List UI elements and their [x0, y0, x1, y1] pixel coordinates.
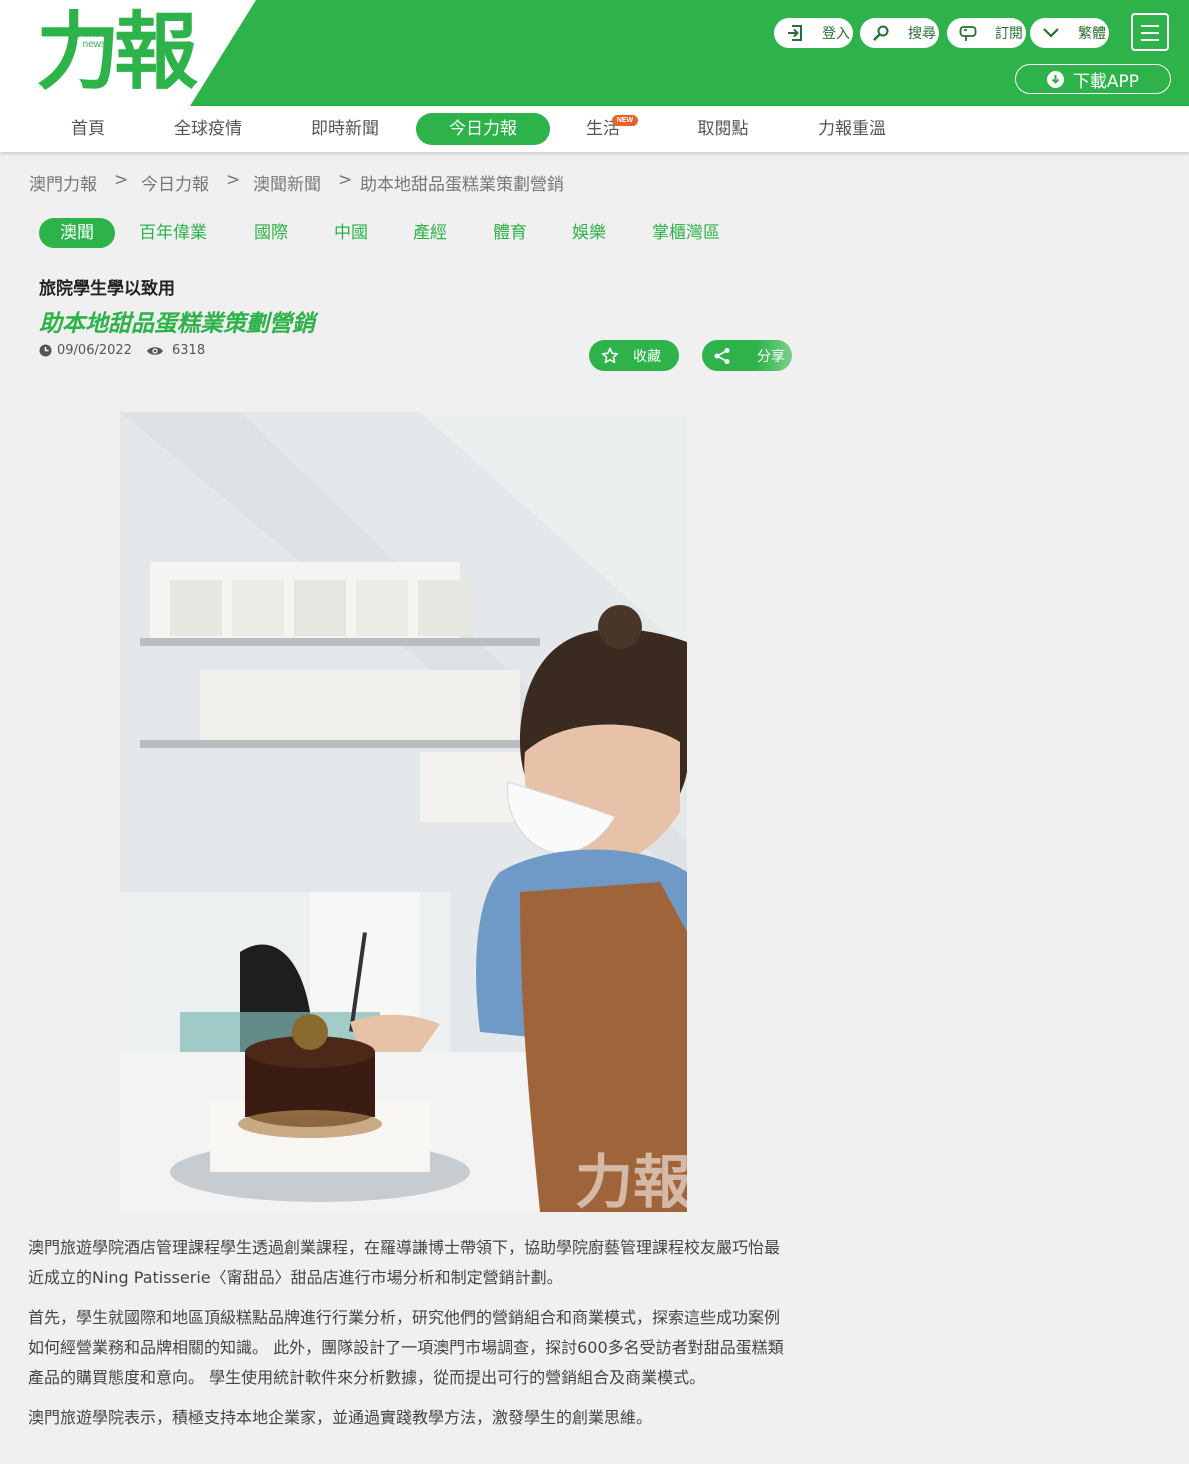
article-paragraph: 澳門旅遊學院表示，積極支持本地企業家，並通過實踐教學方法，激發學生的創業思維。 [28, 1408, 653, 1427]
site-logo[interactable]: 力報 [36, 2, 198, 102]
clock-icon [39, 344, 52, 357]
category-centennial[interactable]: 百年偉業 [139, 218, 207, 248]
article-title: 助本地甜品蛋糕業策劃營銷 [39, 310, 315, 337]
chevron-down-icon [1043, 28, 1059, 38]
nav-item-home[interactable]: 首頁 [58, 113, 118, 145]
article-paragraph: 首先，學生就國際和地區頂級糕點品牌進行行業分析，研究他們的營銷組合和商業模式，探… [28, 1308, 784, 1387]
breadcrumb-separator: > [226, 170, 241, 190]
category-sports[interactable]: 體育 [493, 218, 527, 248]
svg-text:力報: 力報 [575, 1148, 687, 1212]
menu-line [1141, 39, 1159, 41]
search-icon [873, 25, 889, 41]
subscribe-icon [959, 26, 977, 41]
share-icon [714, 347, 730, 364]
login-icon [788, 25, 802, 41]
nav-item-pickup-points[interactable]: 取閱點 [684, 113, 762, 145]
pastry-chef-photo: 力報 [120, 412, 687, 1212]
breadcrumb-home[interactable]: 澳門力報 [29, 170, 97, 195]
category-international[interactable]: 國際 [254, 218, 288, 248]
category-macau[interactable]: 澳聞 [39, 218, 115, 248]
nav-item-today[interactable]: 今日力報 [416, 113, 550, 145]
nav-item-breaking[interactable]: 即時新聞 [297, 113, 393, 145]
category-entertainment[interactable]: 娛樂 [572, 218, 606, 248]
breadcrumb-separator: > [338, 170, 353, 190]
category-china[interactable]: 中國 [334, 218, 368, 248]
breadcrumb-separator: > [114, 170, 129, 190]
search-button[interactable]: 搜尋 [860, 18, 939, 48]
nav-item-pandemic[interactable]: 全球疫情 [160, 113, 256, 145]
bookmark-button[interactable]: 收藏 [589, 340, 679, 371]
breadcrumb-current: 助本地甜品蛋糕業策劃營銷 [360, 175, 564, 195]
eye-icon [147, 346, 163, 355]
logo-subtext: exmoo news [76, 29, 107, 50]
menu-line [1141, 32, 1159, 34]
nav-item-archive[interactable]: 力報重溫 [804, 113, 900, 145]
share-button[interactable]: 分享 [702, 340, 792, 371]
article-views: 6318 [146, 343, 205, 358]
language-select[interactable]: 繁體 [1030, 18, 1109, 48]
article-pre-title: 旅院學生學以致用 [39, 279, 175, 299]
category-economy[interactable]: 產經 [413, 218, 447, 248]
article-date: 09/06/2022 [39, 343, 132, 358]
category-greater-bay[interactable]: 掌櫃灣區 [652, 218, 720, 248]
article-paragraph: 澳門旅遊學院酒店管理課程學生透過創業課程，在羅導謙博士帶領下，協助學院廚藝管理課… [28, 1238, 781, 1287]
star-icon [601, 347, 619, 363]
breadcrumb-section[interactable]: 澳聞新聞 [253, 170, 321, 195]
login-button[interactable]: 登入 [774, 18, 853, 48]
subscribe-button[interactable]: 訂閱 [947, 18, 1026, 48]
download-app-button[interactable]: 下載APP [1015, 64, 1171, 94]
breadcrumb-today[interactable]: 今日力報 [141, 170, 209, 195]
download-icon [1046, 70, 1064, 88]
article-photo: 力報 [120, 412, 687, 1212]
menu-line [1141, 25, 1159, 27]
hamburger-menu-button[interactable] [1131, 13, 1169, 51]
new-badge: NEW [612, 115, 638, 126]
